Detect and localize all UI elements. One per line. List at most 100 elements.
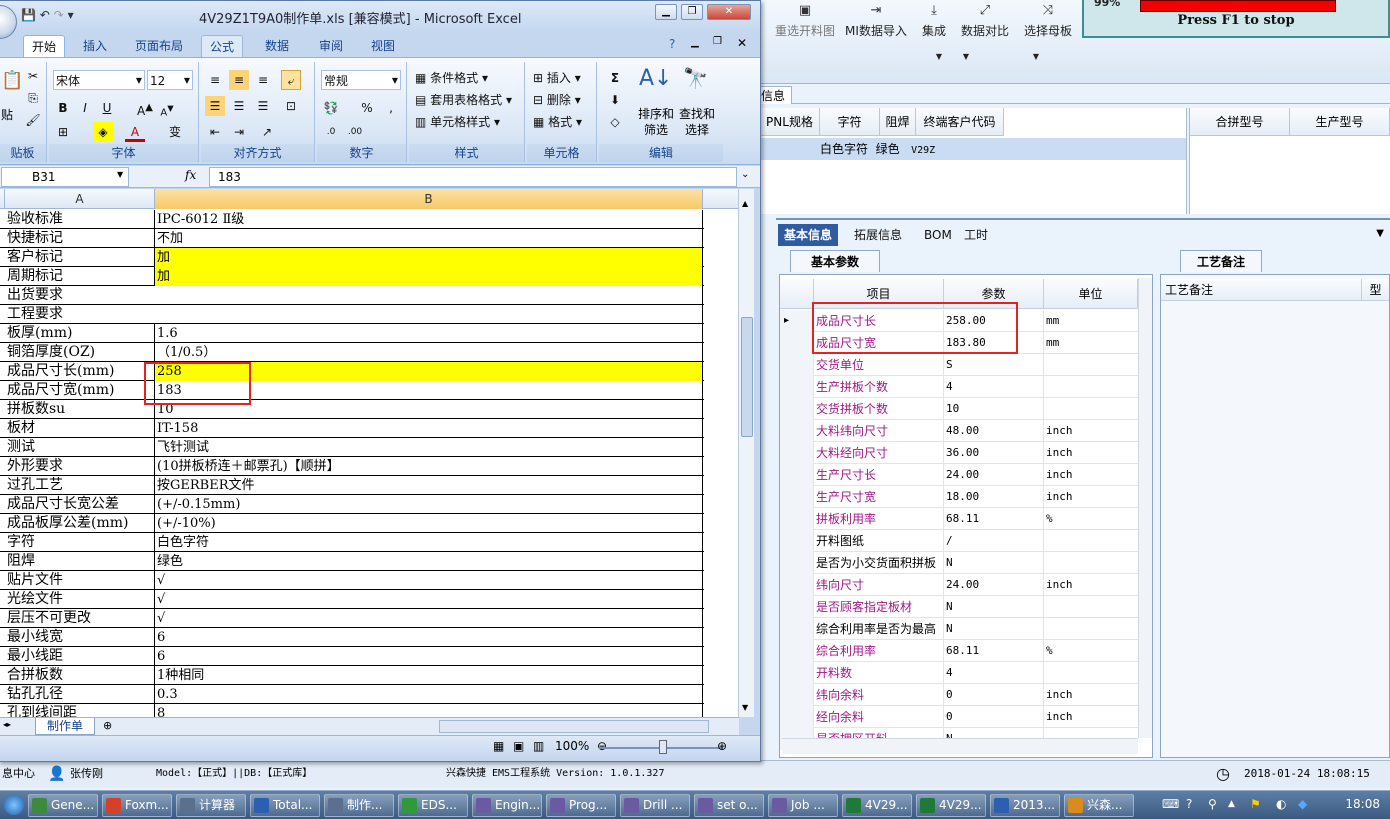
tab-info[interactable]: 信息: [758, 86, 792, 104]
taskbar-item[interactable]: Prog...: [546, 794, 616, 817]
data-compare-button[interactable]: ⤢ 数据对比 ▼: [958, 0, 1039, 61]
conditional-format-button[interactable]: ▦ 条件格式 ▾: [415, 68, 488, 88]
paste-label[interactable]: 贴: [1, 106, 13, 123]
flag-icon[interactable]: ⚑: [1250, 797, 1261, 811]
row-indicator[interactable]: [780, 332, 814, 354]
param-row[interactable]: 生产尺寸宽 18.00 inch: [780, 486, 1138, 508]
save-icon[interactable]: 💾: [21, 8, 36, 22]
taskbar-item[interactable]: Engin...: [472, 794, 542, 817]
cell-a[interactable]: 验收标准: [5, 210, 155, 229]
param-value[interactable]: 68.11: [944, 508, 1044, 530]
notes-header[interactable]: 工艺备注: [1161, 279, 1361, 301]
scroll-down-icon[interactable]: ▼: [742, 703, 748, 712]
tab-extended-info[interactable]: 拓展信息: [848, 224, 908, 246]
param-row[interactable]: 交货拼板个数 10: [780, 398, 1138, 420]
wrap-text-icon[interactable]: ⤶: [281, 70, 301, 90]
horizontal-scrollbar[interactable]: [782, 738, 1138, 754]
underline-button[interactable]: U: [97, 98, 117, 118]
col-header-unit[interactable]: 单位: [1044, 279, 1138, 309]
align-middle-icon[interactable]: ≡: [229, 70, 249, 90]
cell-b[interactable]: 1种相同: [155, 666, 703, 685]
param-row[interactable]: 拼板利用率 68.11%: [780, 508, 1138, 530]
cell-a[interactable]: 板厚(mm): [5, 324, 155, 343]
tab-basic-params[interactable]: 基本参数: [790, 250, 880, 272]
tray-app-icon[interactable]: ◆: [1298, 797, 1307, 811]
scroll-up-icon[interactable]: ▲: [742, 199, 748, 208]
cell-b[interactable]: 加: [155, 248, 703, 267]
sort-filter-icon[interactable]: A↓: [639, 66, 672, 91]
start-button[interactable]: [4, 795, 24, 815]
cell-b[interactable]: 绿色: [155, 552, 703, 571]
font-name-select[interactable]: 宋体 ▼: [53, 70, 145, 90]
decrease-decimal-icon[interactable]: .00: [345, 122, 365, 142]
delete-cells-button[interactable]: ⊟ 删除 ▾: [533, 90, 581, 110]
paste-icon[interactable]: 📋: [1, 70, 23, 91]
row-indicator[interactable]: [780, 662, 814, 684]
zoom-out-icon[interactable]: ⊖: [597, 739, 607, 753]
sheet-tab[interactable]: 制作单: [35, 718, 95, 735]
cell-b[interactable]: 8: [155, 704, 703, 717]
cell-b[interactable]: IT-158: [155, 419, 703, 438]
table-row[interactable]: 白色字符 绿色 V29Z: [760, 138, 1186, 160]
borders-icon[interactable]: ⊞: [53, 122, 73, 142]
notes-type-header[interactable]: 型: [1361, 279, 1389, 301]
align-top-icon[interactable]: ≡: [205, 70, 225, 90]
vertical-scrollbar[interactable]: [1138, 278, 1152, 738]
fill-color-icon[interactable]: ◈: [93, 122, 113, 142]
cell-b[interactable]: IPC-6012 Ⅱ级: [155, 210, 703, 229]
page-break-view-icon[interactable]: ▥: [533, 739, 544, 753]
cell-a[interactable]: 成品尺寸宽(mm): [5, 381, 155, 400]
param-row[interactable]: 纬向尺寸 24.00 inch: [780, 574, 1138, 596]
cell-a[interactable]: 成品板厚公差(mm): [5, 514, 155, 533]
fx-icon[interactable]: fx: [185, 168, 196, 182]
tab-view[interactable]: 视图: [363, 35, 403, 57]
cell-a[interactable]: 过孔工艺: [5, 476, 155, 495]
reselect-cut-drawing-button[interactable]: ▣ 重选开料图: [770, 0, 840, 60]
param-row[interactable]: 大料纬向尺寸 48.00 inch: [780, 420, 1138, 442]
row-indicator[interactable]: [780, 574, 814, 596]
ribbon-close-icon[interactable]: ✕: [737, 36, 747, 50]
cell-a[interactable]: 字符: [5, 533, 155, 552]
cell-a[interactable]: 快捷标记: [5, 229, 155, 248]
cell-a[interactable]: 孔到线间距: [5, 704, 155, 717]
cell-styles-button[interactable]: ▥ 单元格样式 ▾: [415, 112, 500, 132]
format-cells-button[interactable]: ▦ 格式 ▾: [533, 112, 582, 132]
tab-insert[interactable]: 插入: [75, 35, 115, 57]
param-value[interactable]: S: [944, 354, 1044, 376]
taskbar-item[interactable]: 4V29...: [842, 794, 912, 817]
row-indicator[interactable]: [780, 376, 814, 398]
param-value[interactable]: 4: [944, 376, 1044, 398]
param-value[interactable]: N: [944, 618, 1044, 640]
zoom-slider-knob[interactable]: [659, 740, 667, 754]
tab-process-notes[interactable]: 工艺备注: [1180, 250, 1262, 272]
cell-b[interactable]: (+/-10%): [155, 514, 703, 533]
param-row[interactable]: 交货单位 S: [780, 354, 1138, 376]
row-indicator[interactable]: [780, 552, 814, 574]
param-value[interactable]: 0: [944, 706, 1044, 728]
row-indicator[interactable]: [780, 442, 814, 464]
row-indicator[interactable]: [780, 508, 814, 530]
tray-expand-icon[interactable]: ▲: [1228, 799, 1235, 809]
taskbar-item[interactable]: Drill ...: [620, 794, 690, 817]
cell-b[interactable]: √: [155, 571, 703, 590]
comma-style-icon[interactable]: ,: [381, 98, 401, 118]
param-value[interactable]: 36.00: [944, 442, 1044, 464]
cut-icon[interactable]: ✂: [23, 66, 43, 86]
insert-cells-button[interactable]: ⊞ 插入 ▾: [533, 68, 581, 88]
tab-formulas[interactable]: 公式: [201, 35, 244, 57]
cell-a[interactable]: 最小线距: [5, 647, 155, 666]
tab-work-hours[interactable]: 工时: [958, 224, 994, 246]
param-value[interactable]: 24.00: [944, 464, 1044, 486]
row-indicator[interactable]: [780, 618, 814, 640]
scroll-thumb[interactable]: [741, 317, 753, 437]
row-indicator[interactable]: [780, 706, 814, 728]
ribbon-restore-icon[interactable]: ❐: [713, 36, 722, 47]
param-row[interactable]: 开料图纸 /: [780, 530, 1138, 552]
cell-a[interactable]: 拼板数su: [5, 400, 155, 419]
keyboard-icon[interactable]: ⌨: [1162, 797, 1179, 811]
volume-icon[interactable]: ◐: [1276, 797, 1286, 811]
row-indicator[interactable]: [780, 596, 814, 618]
name-box[interactable]: B31: [1, 167, 129, 187]
cell-b[interactable]: （1/0.5）: [155, 343, 703, 362]
cell-b[interactable]: √: [155, 590, 703, 609]
